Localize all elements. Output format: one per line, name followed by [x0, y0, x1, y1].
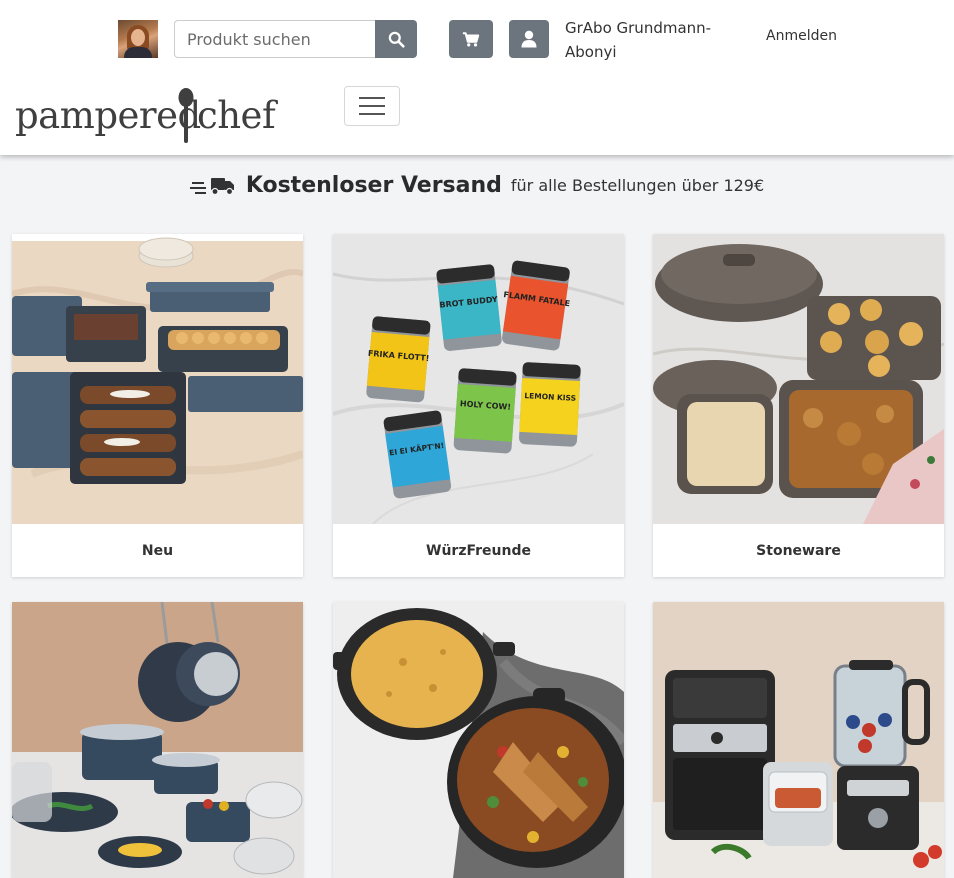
category-label: WürzFreunde — [426, 542, 531, 559]
category-card-stoneware[interactable]: Stoneware — [653, 234, 944, 577]
category-label: Stoneware — [756, 542, 841, 559]
category-image-cookware — [12, 602, 303, 878]
account-button[interactable] — [509, 20, 549, 58]
logo-text-right: chef — [197, 94, 276, 137]
search-input[interactable] — [174, 20, 375, 58]
user-icon — [521, 30, 537, 48]
category-image-stoneware — [653, 234, 944, 524]
category-card-castiron[interactable] — [333, 602, 624, 878]
search-icon — [388, 31, 405, 48]
cart-icon — [462, 31, 480, 47]
pampered-chef-logo[interactable]: pampered chef — [15, 88, 276, 144]
login-link[interactable]: Anmelden — [766, 28, 837, 44]
cart-button[interactable] — [449, 20, 493, 58]
category-image-neu — [12, 234, 303, 524]
category-label: Neu — [141, 542, 174, 559]
search-bar — [174, 20, 417, 58]
shipping-headline: Kostenloser Versand — [245, 172, 502, 198]
category-card-neu[interactable]: Neu — [12, 234, 303, 577]
category-card-wuerzfreunde[interactable]: FRIKA FLOTT! BROT BUDDY FLAMM FATALE HOL… — [333, 234, 624, 577]
category-image-castiron — [333, 602, 624, 878]
logo-text-left: pampered — [15, 94, 201, 137]
category-card-appliances[interactable] — [653, 602, 944, 878]
menu-toggle-button[interactable] — [344, 86, 400, 126]
shipping-condition: für alle Bestellungen über 129€ — [510, 175, 765, 195]
category-image-wuerzfreunde: FRIKA FLOTT! BROT BUDDY FLAMM FATALE HOL… — [333, 234, 624, 524]
consultant-name[interactable]: GrAbo Grundmann-Abonyi — [565, 16, 735, 64]
site-header: GrAbo Grundmann-Abonyi Anmelden pampered… — [0, 0, 954, 155]
spoon-icon — [178, 88, 194, 143]
truck-icon — [189, 178, 234, 195]
category-image-appliances — [653, 602, 944, 878]
hamburger-icon — [359, 97, 385, 99]
search-button[interactable] — [375, 20, 417, 58]
category-card-cookware[interactable] — [12, 602, 303, 878]
shipping-banner: Kostenloser Versand für alle Bestellunge… — [0, 168, 954, 202]
consultant-avatar[interactable] — [118, 20, 158, 58]
